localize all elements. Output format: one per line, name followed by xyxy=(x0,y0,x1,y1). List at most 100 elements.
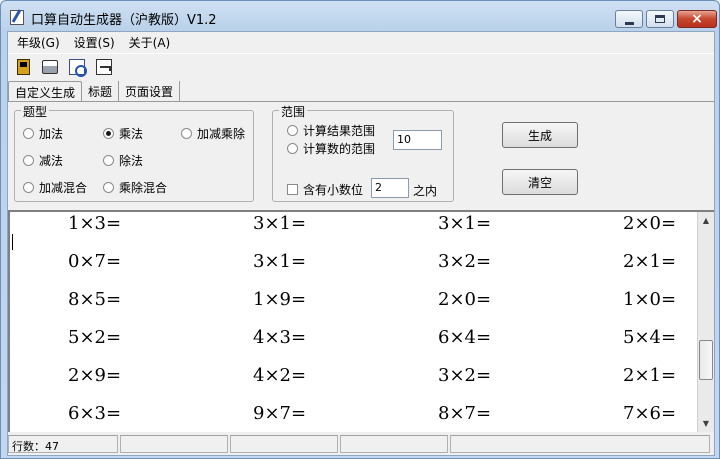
radio-result-range[interactable]: 计算结果范围 xyxy=(287,122,375,139)
radio-mul-div-mixed[interactable]: 乘除混合 xyxy=(103,179,167,196)
status-cell-5 xyxy=(450,435,710,453)
radio-number-range-dot xyxy=(287,143,298,154)
tab-custom-generate[interactable]: 自定义生成 xyxy=(8,81,83,101)
generate-button[interactable]: 生成 xyxy=(502,122,578,148)
save-icon xyxy=(16,59,30,75)
radio-number-range-label: 计算数的范围 xyxy=(303,142,376,156)
problem-cell: 2×1= xyxy=(623,365,677,386)
problem-cell: 3×2= xyxy=(438,365,492,386)
radio-addition-label: 加法 xyxy=(39,127,64,141)
radio-division-dot xyxy=(103,155,114,166)
range-value-input[interactable]: 10 xyxy=(393,130,442,150)
status-cell-3 xyxy=(230,435,338,453)
range-group: 范围 计算结果范围 计算数的范围 10 含有小数位 2 之内 xyxy=(272,103,454,202)
problem-cell: 2×1= xyxy=(623,251,677,272)
close-icon: × xyxy=(691,11,703,27)
radio-subtraction-dot xyxy=(23,155,34,166)
problem-cell: 1×0= xyxy=(623,289,677,310)
print-icon xyxy=(42,60,58,74)
scroll-up-icon[interactable]: ▲ xyxy=(698,212,714,229)
problem-cell: 7×6= xyxy=(623,403,677,424)
text-caret xyxy=(12,234,13,250)
problem-cell: 4×3= xyxy=(253,327,307,348)
radio-multiplication-label: 乘法 xyxy=(119,127,144,141)
radio-division[interactable]: 除法 xyxy=(103,152,143,169)
problem-cell: 3×2= xyxy=(438,251,492,272)
problem-cell: 2×0= xyxy=(438,289,492,310)
problem-cell: 8×5= xyxy=(68,289,122,310)
problem-cell: 9×7= xyxy=(253,403,307,424)
status-cell-4 xyxy=(340,435,448,453)
client-area: 年级(G) 设置(S) 关于(A) 自定义生成 标题 页面设置 题型 加法 乘法… xyxy=(7,31,715,456)
window-title: 口算自动生成器（沪教版）V1.2 xyxy=(31,13,217,28)
radio-multiplication-dot xyxy=(103,128,114,139)
minimize-button[interactable] xyxy=(615,10,643,28)
print-button[interactable] xyxy=(39,56,61,78)
menu-settings[interactable]: 设置(S) xyxy=(67,32,122,51)
radio-addition-dot xyxy=(23,128,34,139)
problem-cell: 3×1= xyxy=(438,213,492,234)
menu-grade[interactable]: 年级(G) xyxy=(10,32,67,51)
problem-cell: 2×9= xyxy=(68,365,122,386)
problem-cell: 3×1= xyxy=(253,213,307,234)
radio-result-range-dot xyxy=(287,125,298,136)
decimal-checkbox[interactable]: 含有小数位 xyxy=(287,181,363,198)
problem-cell: 6×4= xyxy=(438,327,492,348)
menu-bar: 年级(G) 设置(S) 关于(A) xyxy=(8,32,714,51)
radio-multiplication[interactable]: 乘法 xyxy=(103,125,143,142)
radio-add-sub-mixed-dot xyxy=(23,182,34,193)
decimal-suffix-label: 之内 xyxy=(413,184,438,198)
problem-sheet[interactable]: 1×3= 3×1= 3×1= 2×0= 0×7= 3×1= 3×2= 2×1= … xyxy=(8,210,714,432)
problem-cell: 8×7= xyxy=(438,403,492,424)
status-cell-2 xyxy=(120,435,228,453)
problem-cell: 5×4= xyxy=(623,327,677,348)
radio-division-label: 除法 xyxy=(119,154,144,168)
radio-all-ops-label: 加减乘除 xyxy=(197,127,246,141)
minimize-icon xyxy=(624,21,634,25)
problem-cell: 0×7= xyxy=(68,251,122,272)
tab-strip: 自定义生成 标题 页面设置 xyxy=(8,81,714,101)
tab-panel: 题型 加法 乘法 加减乘除 减法 除法 加减混合 乘除混合 范围 计算结果范围 … xyxy=(8,101,714,209)
radio-mul-div-mixed-label: 乘除混合 xyxy=(119,181,168,195)
problem-cell: 6×3= xyxy=(68,403,122,424)
radio-number-range[interactable]: 计算数的范围 xyxy=(287,140,375,157)
radio-all-ops-dot xyxy=(181,128,192,139)
title-bar[interactable]: 口算自动生成器（沪教版）V1.2 × xyxy=(1,1,719,31)
decimal-checkbox-box xyxy=(287,184,298,195)
radio-add-sub-mixed[interactable]: 加减混合 xyxy=(23,179,87,196)
radio-result-range-label: 计算结果范围 xyxy=(303,124,376,138)
open-icon xyxy=(96,59,112,75)
vertical-scrollbar[interactable]: ▲ ▼ xyxy=(697,212,714,432)
open-button[interactable] xyxy=(93,56,115,78)
problem-cell: 4×2= xyxy=(253,365,307,386)
radio-add-sub-mixed-label: 加减混合 xyxy=(39,181,88,195)
decimal-places-input[interactable]: 2 xyxy=(371,178,409,198)
status-bar: 行数：47 xyxy=(8,434,714,455)
toolbar xyxy=(8,53,714,79)
problem-cell: 1×9= xyxy=(253,289,307,310)
decimal-checkbox-label: 含有小数位 xyxy=(303,183,364,197)
problem-cell: 5×2= xyxy=(68,327,122,348)
app-window: 口算自动生成器（沪教版）V1.2 × 年级(G) 设置(S) 关于(A) 自定义… xyxy=(0,0,720,459)
problem-cell: 3×1= xyxy=(253,251,307,272)
tab-title[interactable]: 标题 xyxy=(82,81,120,101)
scroll-down-icon[interactable]: ▼ xyxy=(698,415,714,432)
problem-cell: 2×0= xyxy=(623,213,677,234)
close-button[interactable]: × xyxy=(677,10,717,28)
pencil-doc-icon xyxy=(10,10,24,25)
clear-button[interactable]: 清空 xyxy=(502,169,578,195)
tab-page-setup[interactable]: 页面设置 xyxy=(119,81,181,101)
print-preview-button[interactable] xyxy=(66,56,88,78)
radio-subtraction[interactable]: 减法 xyxy=(23,152,63,169)
radio-mul-div-mixed-dot xyxy=(103,182,114,193)
print-preview-icon xyxy=(69,59,87,77)
save-button[interactable] xyxy=(12,56,34,78)
maximize-button[interactable] xyxy=(646,10,674,28)
range-label: 范围 xyxy=(279,103,308,120)
scroll-thumb[interactable] xyxy=(699,340,713,380)
menu-about[interactable]: 关于(A) xyxy=(122,32,178,51)
radio-all-ops[interactable]: 加减乘除 xyxy=(181,125,245,142)
radio-subtraction-label: 减法 xyxy=(39,154,64,168)
radio-addition[interactable]: 加法 xyxy=(23,125,63,142)
question-type-group: 题型 加法 乘法 加减乘除 减法 除法 加减混合 乘除混合 xyxy=(14,103,254,202)
